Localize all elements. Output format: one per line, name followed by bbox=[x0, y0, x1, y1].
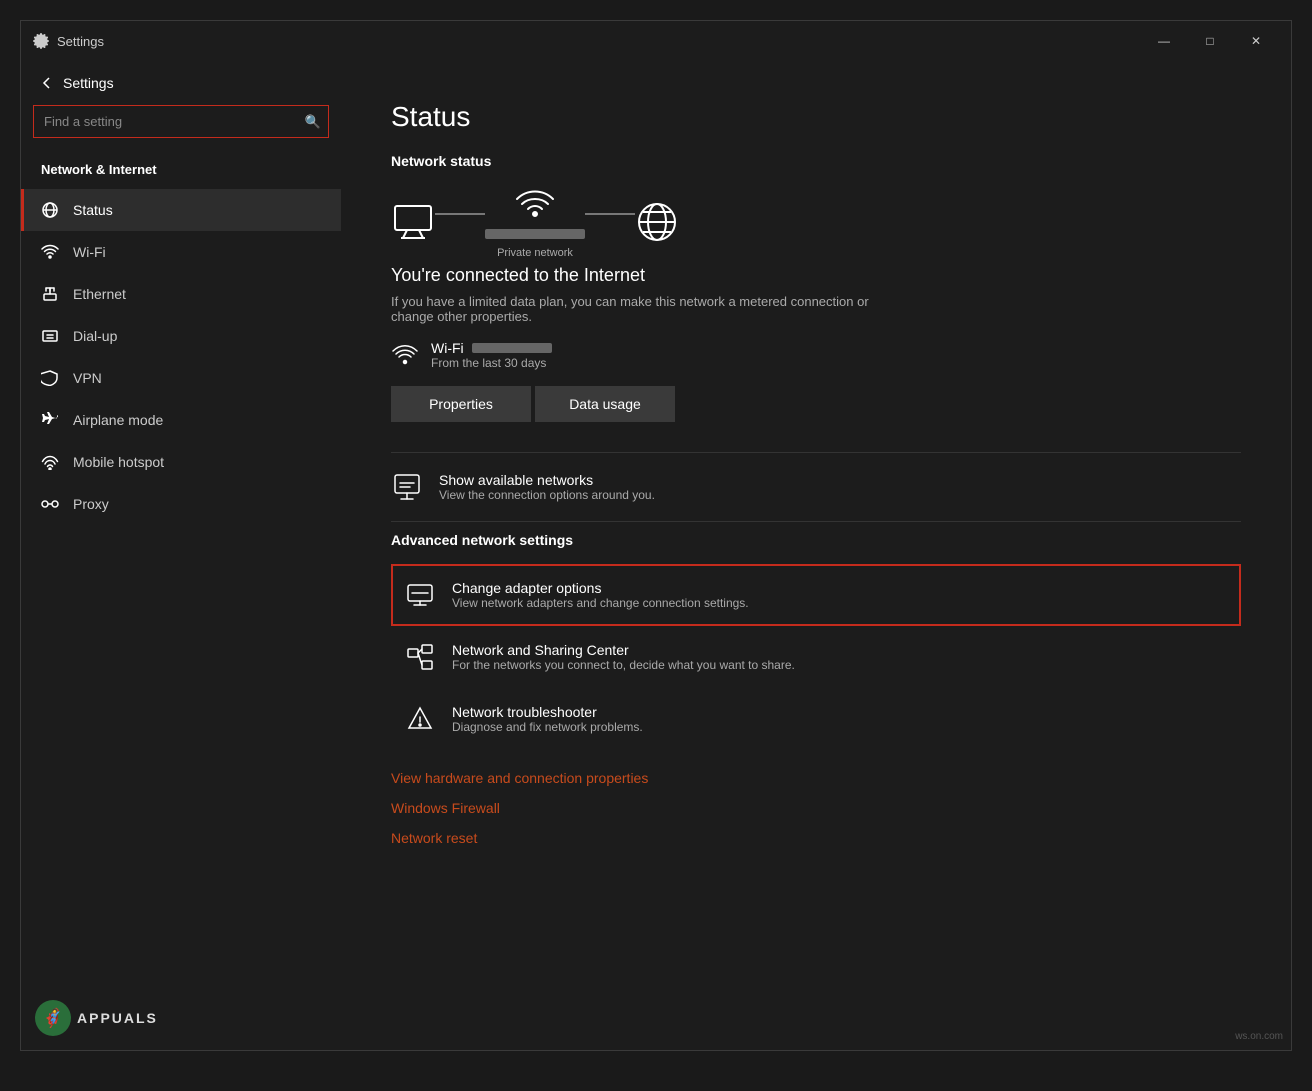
advanced-title: Advanced network settings bbox=[391, 532, 1241, 548]
adapter-icon bbox=[404, 579, 436, 611]
show-networks-subtitle: View the connection options around you. bbox=[439, 488, 655, 502]
watermark: ws.on.com bbox=[1235, 1031, 1283, 1042]
show-networks-text: Show available networks View the connect… bbox=[439, 472, 655, 502]
link-list: View hardware and connection properties … bbox=[391, 770, 1241, 846]
back-button[interactable]: Settings bbox=[21, 61, 341, 105]
show-networks-title: Show available networks bbox=[439, 472, 655, 488]
sidebar-item-hotspot[interactable]: Mobile hotspot bbox=[21, 441, 341, 483]
troubleshooter-subtitle: Diagnose and fix network problems. bbox=[452, 720, 643, 734]
sidebar-item-wifi-label: Wi-Fi bbox=[73, 244, 106, 260]
page-title: Status bbox=[391, 101, 1241, 133]
troubleshooter-icon bbox=[404, 703, 436, 735]
hardware-properties-link[interactable]: View hardware and connection properties bbox=[391, 770, 1241, 786]
troubleshooter-item[interactable]: Network troubleshooter Diagnose and fix … bbox=[391, 688, 1241, 750]
search-box: 🔍 bbox=[33, 105, 329, 138]
sidebar-item-dialup-label: Dial-up bbox=[73, 328, 117, 344]
globe-icon-box bbox=[635, 200, 679, 244]
computer-icon bbox=[391, 204, 435, 240]
troubleshooter-text: Network troubleshooter Diagnose and fix … bbox=[452, 704, 643, 734]
wifi-days-label: From the last 30 days bbox=[431, 356, 552, 370]
wifi-name-info: Wi-Fi From the last 30 days bbox=[431, 340, 552, 370]
main-content: Status Network status bbox=[341, 61, 1291, 1050]
sidebar-item-ethernet[interactable]: Ethernet bbox=[21, 273, 341, 315]
connected-subtext: If you have a limited data plan, you can… bbox=[391, 294, 891, 324]
show-networks-option[interactable]: Show available networks View the connect… bbox=[391, 457, 1241, 517]
wifi-icon bbox=[41, 243, 59, 261]
wifi-label: Wi-Fi bbox=[431, 340, 464, 356]
dialup-icon bbox=[41, 327, 59, 345]
appuals-logo: 🦸 APPUALS bbox=[35, 1000, 158, 1036]
titlebar: Settings — □ ✕ bbox=[21, 21, 1291, 61]
minimize-button[interactable]: — bbox=[1141, 25, 1187, 57]
sharing-center-item[interactable]: Network and Sharing Center For the netwo… bbox=[391, 626, 1241, 688]
change-adapter-title: Change adapter options bbox=[452, 580, 749, 596]
wifi-status-icon bbox=[391, 343, 419, 367]
sidebar-item-airplane-label: Airplane mode bbox=[73, 412, 163, 428]
maximize-button[interactable]: □ bbox=[1187, 25, 1233, 57]
properties-button[interactable]: Properties bbox=[391, 386, 531, 422]
computer-icon-box bbox=[391, 204, 435, 240]
network-line-2 bbox=[585, 213, 635, 215]
search-icon: 🔍 bbox=[305, 114, 321, 130]
wifi-router-box: Private network bbox=[485, 185, 585, 259]
sidebar-item-status-label: Status bbox=[73, 202, 113, 218]
network-reset-link[interactable]: Network reset bbox=[391, 830, 1241, 846]
search-input[interactable] bbox=[33, 105, 329, 138]
close-button[interactable]: ✕ bbox=[1233, 25, 1279, 57]
sidebar-item-dialup[interactable]: Dial-up bbox=[21, 315, 341, 357]
airplane-icon bbox=[41, 411, 59, 429]
change-adapter-subtitle: View network adapters and change connect… bbox=[452, 596, 749, 610]
settings-window: Settings — □ ✕ Settings 🔍 Network & Inte bbox=[20, 20, 1292, 1051]
sidebar-item-hotspot-label: Mobile hotspot bbox=[73, 454, 164, 470]
titlebar-title: Settings bbox=[57, 34, 1141, 49]
back-arrow-icon bbox=[41, 77, 53, 89]
sidebar: Settings 🔍 Network & Internet Status bbox=[21, 61, 341, 1050]
sidebar-item-airplane[interactable]: Airplane mode bbox=[21, 399, 341, 441]
sidebar-item-wifi[interactable]: Wi-Fi bbox=[21, 231, 341, 273]
sharing-center-icon bbox=[404, 641, 436, 673]
windows-firewall-link[interactable]: Windows Firewall bbox=[391, 800, 1241, 816]
network-private-label: Private network bbox=[497, 247, 573, 259]
wifi-info-row: Wi-Fi From the last 30 days bbox=[391, 340, 1241, 370]
settings-app-icon bbox=[33, 33, 49, 49]
advanced-section: Advanced network settings Change adapter… bbox=[391, 532, 1241, 750]
wifi-action-buttons: Properties Data usage bbox=[391, 386, 1241, 422]
sidebar-item-proxy[interactable]: Proxy bbox=[21, 483, 341, 525]
appuals-icon: 🦸 bbox=[35, 1000, 71, 1036]
sidebar-item-proxy-label: Proxy bbox=[73, 496, 109, 512]
hotspot-icon bbox=[41, 453, 59, 471]
appuals-text: APPUALS bbox=[77, 1010, 158, 1026]
divider-2 bbox=[391, 521, 1241, 522]
divider-1 bbox=[391, 452, 1241, 453]
window-controls: — □ ✕ bbox=[1141, 25, 1279, 57]
troubleshooter-title: Network troubleshooter bbox=[452, 704, 643, 720]
change-adapter-text: Change adapter options View network adap… bbox=[452, 580, 749, 610]
change-adapter-item[interactable]: Change adapter options View network adap… bbox=[391, 564, 1241, 626]
wifi-ssid-blur bbox=[472, 343, 552, 353]
sidebar-item-vpn-label: VPN bbox=[73, 370, 102, 386]
sidebar-section-title: Network & Internet bbox=[21, 154, 341, 189]
app-body: Settings 🔍 Network & Internet Status bbox=[21, 61, 1291, 1050]
sharing-center-subtitle: For the networks you connect to, decide … bbox=[452, 658, 795, 672]
wifi-router-icon bbox=[513, 185, 557, 221]
back-label: Settings bbox=[63, 75, 114, 91]
sidebar-item-vpn[interactable]: VPN bbox=[21, 357, 341, 399]
sidebar-item-ethernet-label: Ethernet bbox=[73, 286, 126, 302]
network-status-title: Network status bbox=[391, 153, 1241, 169]
vpn-icon bbox=[41, 369, 59, 387]
data-usage-button[interactable]: Data usage bbox=[535, 386, 675, 422]
network-line-1 bbox=[435, 213, 485, 215]
wifi-name-blur bbox=[485, 229, 585, 239]
sidebar-item-status[interactable]: Status bbox=[21, 189, 341, 231]
status-icon bbox=[41, 201, 59, 219]
networks-icon bbox=[391, 471, 423, 503]
sharing-center-text: Network and Sharing Center For the netwo… bbox=[452, 642, 795, 672]
proxy-icon bbox=[41, 495, 59, 513]
globe-icon bbox=[635, 200, 679, 244]
network-diagram: Private network bbox=[391, 185, 1241, 259]
network-status-area: You're connected to the Internet If you … bbox=[391, 265, 1241, 422]
connected-text: You're connected to the Internet bbox=[391, 265, 1241, 286]
sharing-center-title: Network and Sharing Center bbox=[452, 642, 795, 658]
ethernet-icon bbox=[41, 285, 59, 303]
